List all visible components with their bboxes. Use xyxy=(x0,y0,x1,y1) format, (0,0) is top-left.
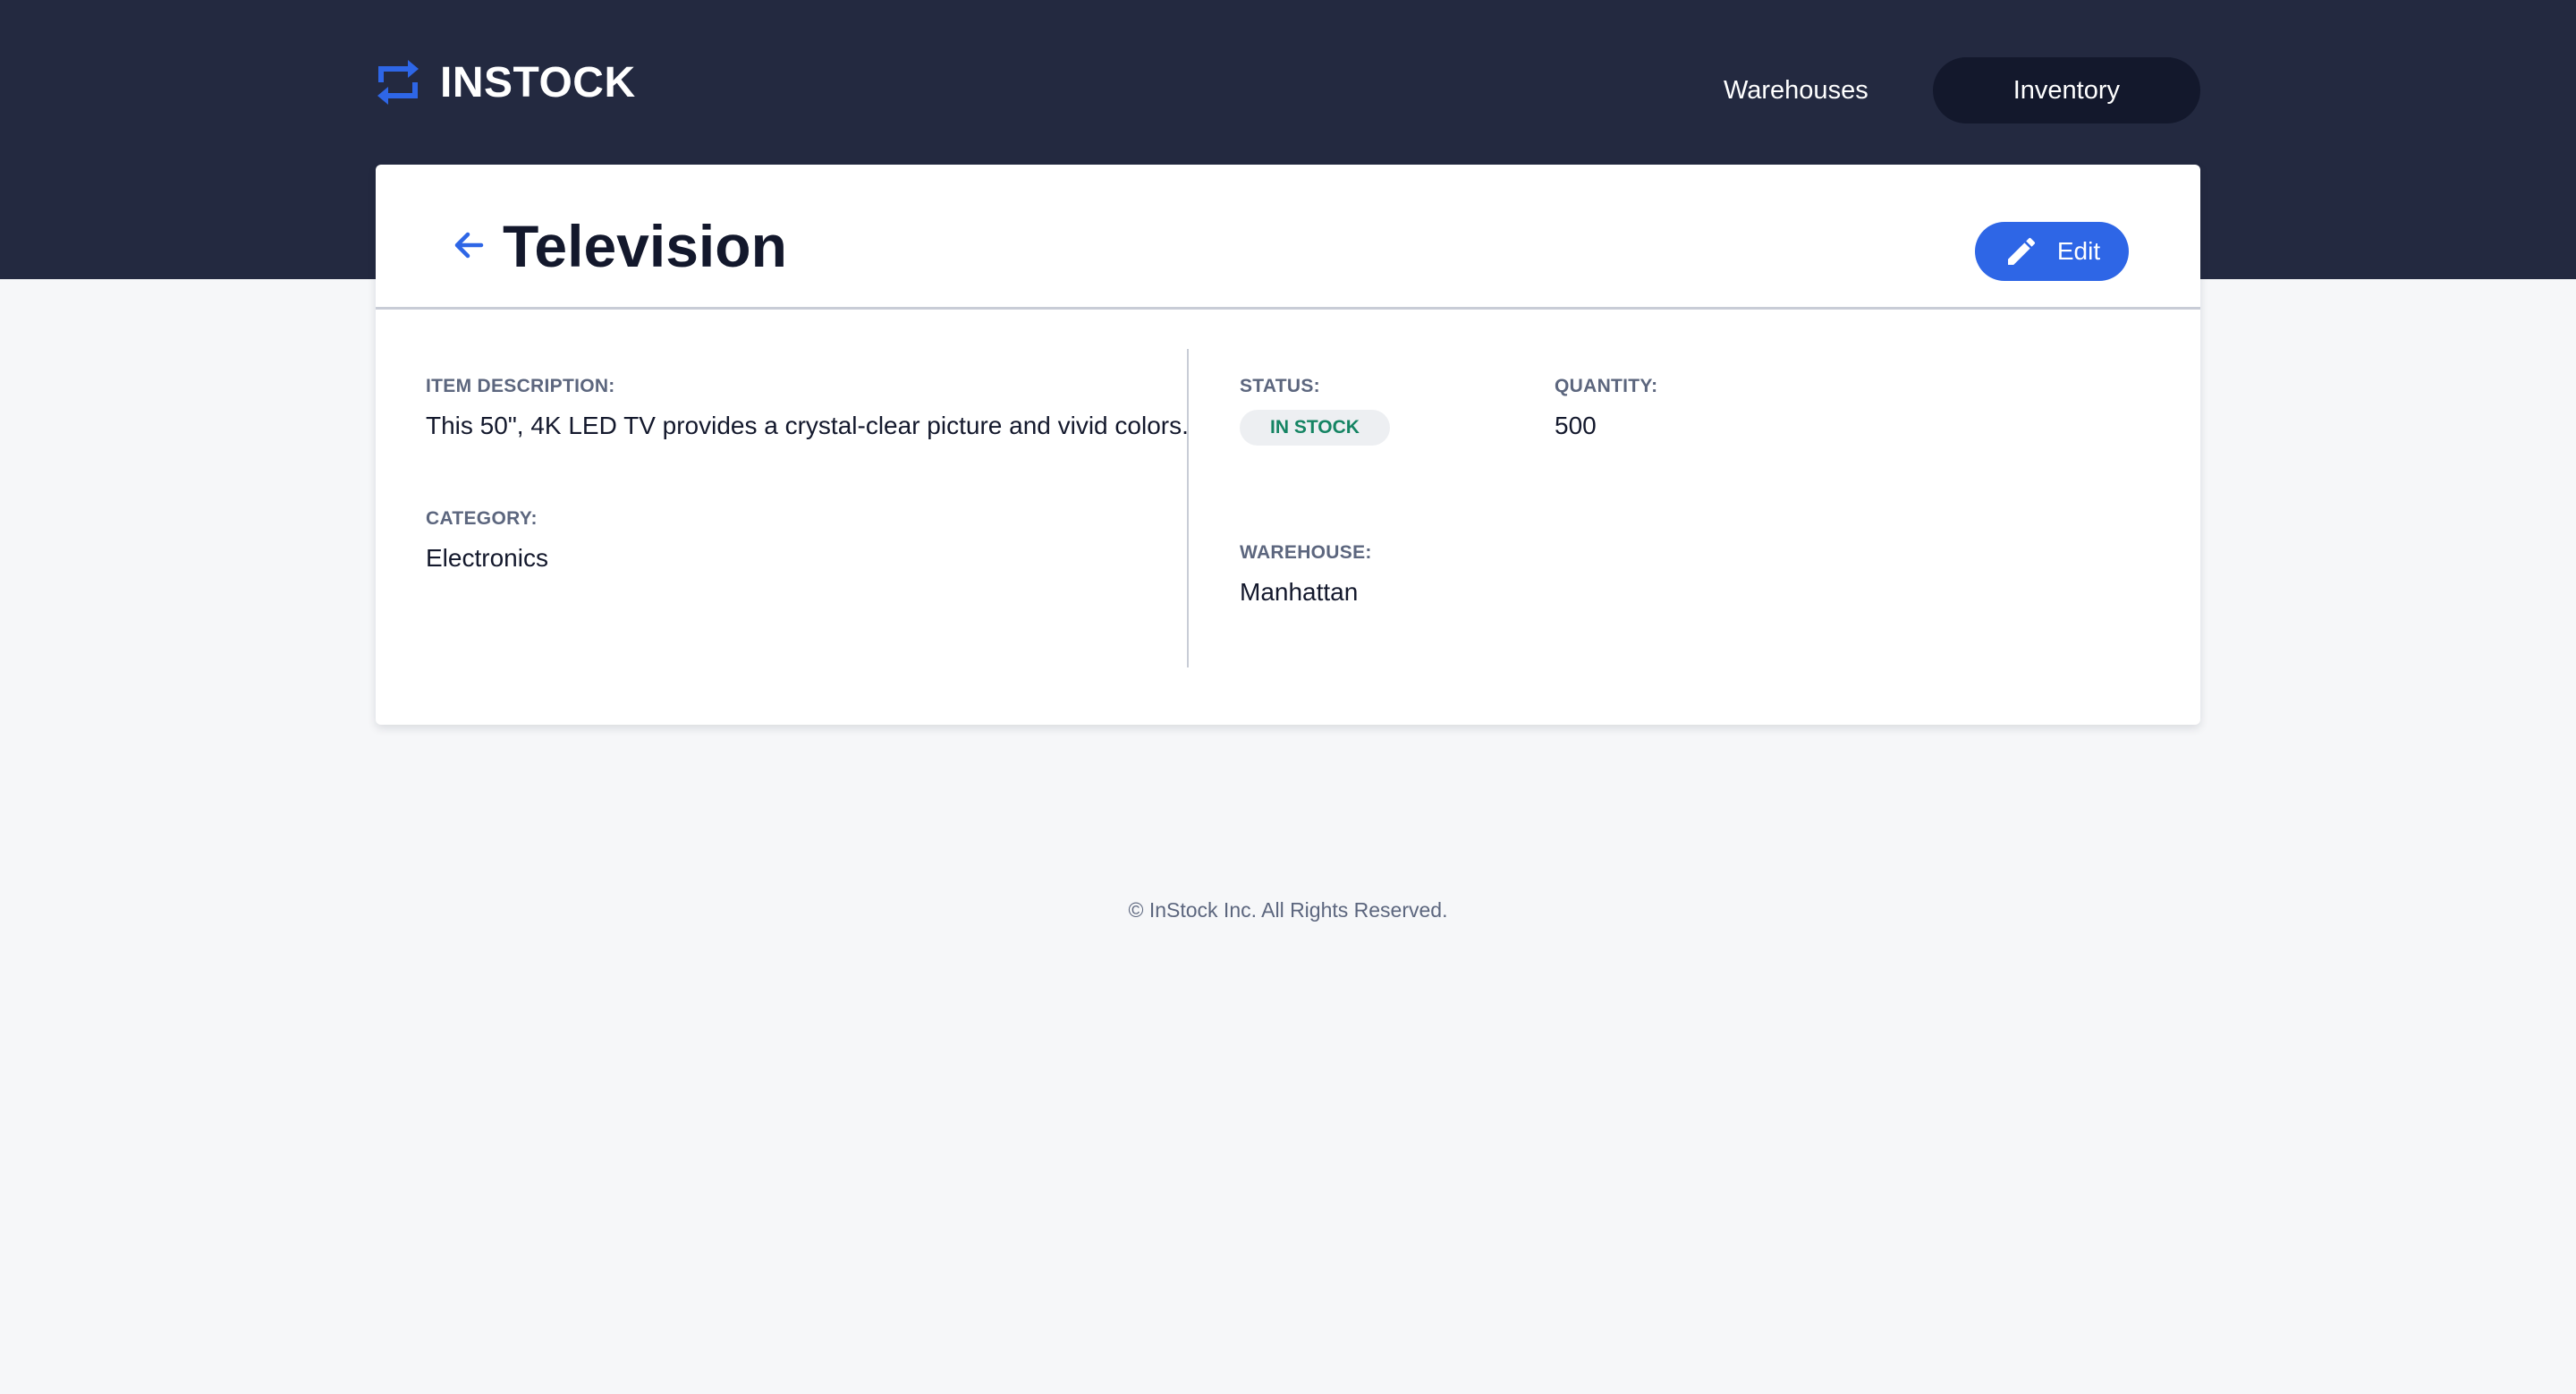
category-field: CATEGORY: Electronics xyxy=(426,508,548,573)
footer-copyright: © InStock Inc. All Rights Reserved. xyxy=(1128,898,1448,922)
description-field: ITEM DESCRIPTION: This 50", 4K LED TV pr… xyxy=(426,376,1189,440)
column-divider xyxy=(1187,349,1189,667)
edit-button-label: Edit xyxy=(2056,237,2101,265)
item-details-card: Television Edit ITEM DESCRIPTION: This 5… xyxy=(376,165,2200,725)
arrow-back-icon[interactable] xyxy=(451,227,487,263)
swap-arrows-icon xyxy=(377,60,419,105)
category-label: CATEGORY: xyxy=(426,508,538,529)
description-value: This 50", 4K LED TV provides a crystal-c… xyxy=(426,412,1189,439)
status-badge: IN STOCK xyxy=(1240,410,1390,446)
warehouse-field: WAREHOUSE: Manhattan xyxy=(1240,542,1372,607)
nav-inventory[interactable]: Inventory xyxy=(1932,57,2200,123)
quantity-value: 500 xyxy=(1555,412,1597,439)
main-nav: Warehouses Inventory xyxy=(1659,57,2200,123)
page-title: Television xyxy=(503,213,787,279)
warehouse-value: Manhattan xyxy=(1240,578,1359,606)
card-header: Television Edit xyxy=(376,165,2200,310)
warehouse-label: WAREHOUSE: xyxy=(1240,542,1372,563)
quantity-label: QUANTITY: xyxy=(1555,376,1658,396)
logo[interactable]: INSTOCK xyxy=(376,55,636,109)
status-field: STATUS: IN STOCK xyxy=(1240,376,1390,446)
quantity-field: QUANTITY: 500 xyxy=(1555,376,1657,440)
category-value: Electronics xyxy=(426,544,548,572)
edit-button[interactable]: Edit xyxy=(1975,222,2129,281)
description-label: ITEM DESCRIPTION: xyxy=(426,376,615,396)
nav-warehouses[interactable]: Warehouses xyxy=(1659,57,1933,123)
pencil-icon xyxy=(2007,237,2035,265)
logo-text: INSTOCK xyxy=(440,58,636,106)
status-label: STATUS: xyxy=(1240,376,1320,396)
